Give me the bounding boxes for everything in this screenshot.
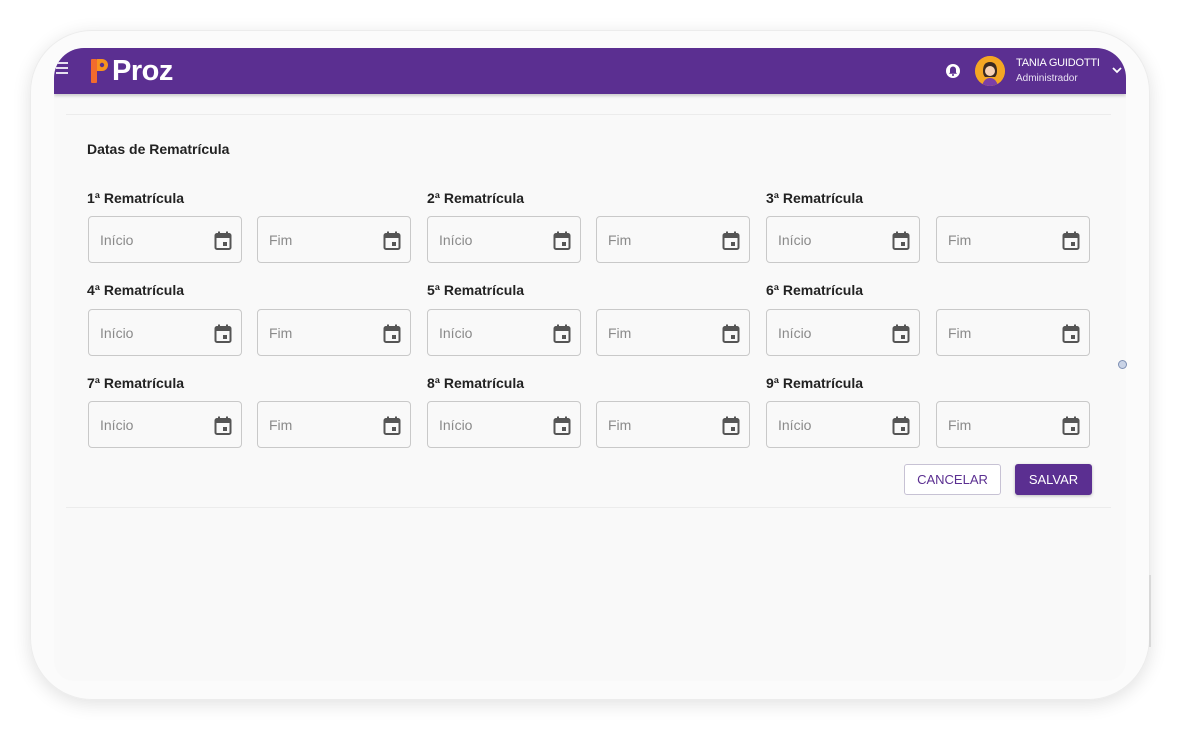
group-title: 7ª Rematrícula [87,375,185,391]
user-role: Administrador [1016,73,1078,84]
start-date-placeholder: Início [439,417,473,433]
logo-text: Proz [112,54,173,87]
end-date-placeholder: Fim [269,232,293,248]
proz-logo[interactable]: Proz [90,55,173,87]
start-date-placeholder: Início [778,325,812,341]
notification-bell-icon[interactable] [944,62,962,80]
calendar-icon[interactable] [383,416,401,436]
scroll-indicator[interactable] [1118,360,1127,369]
start-date-placeholder: Início [439,232,473,248]
end-date-field[interactable]: Fim [257,216,411,263]
end-date-placeholder: Fim [269,325,293,341]
reenrollment-dates-panel: Datas de Rematrícula 1ª Rematrícula Iníc… [66,114,1111,508]
start-date-placeholder: Início [100,417,134,433]
calendar-icon[interactable] [1062,416,1080,436]
group-title: 2ª Rematrícula [427,190,525,206]
end-date-field[interactable]: Fim [936,309,1090,356]
avatar-illustration [975,56,1005,86]
group-title: 8ª Rematrícula [427,375,525,391]
app-screen: Proz TANIA GUIDOTTI Administrador Datas … [54,48,1126,681]
end-date-field[interactable]: Fim [257,401,411,448]
proz-logo-mark [91,59,108,83]
group-title: 3ª Rematrícula [766,190,864,206]
start-date-field[interactable]: Início [427,401,581,448]
user-name: TANIA GUIDOTTI [1016,57,1100,69]
calendar-icon[interactable] [892,324,910,344]
group-title: 6ª Rematrícula [766,282,864,298]
end-date-field[interactable]: Fim [596,309,750,356]
calendar-icon[interactable] [892,416,910,436]
calendar-icon[interactable] [1062,324,1080,344]
section-title: Datas de Rematrícula [87,141,230,157]
end-date-field[interactable]: Fim [596,401,750,448]
start-date-field[interactable]: Início [427,216,581,263]
calendar-icon[interactable] [553,416,571,436]
end-date-placeholder: Fim [608,417,632,433]
calendar-icon[interactable] [722,231,740,251]
start-date-placeholder: Início [100,232,134,248]
end-date-placeholder: Fim [948,325,972,341]
start-date-placeholder: Início [100,325,134,341]
device-side-button [1149,575,1151,647]
start-date-placeholder: Início [439,325,473,341]
calendar-icon[interactable] [553,231,571,251]
menu-icon[interactable] [56,62,68,78]
end-date-placeholder: Fim [269,417,293,433]
start-date-field[interactable]: Início [766,216,920,263]
start-date-field[interactable]: Início [427,309,581,356]
start-date-field[interactable]: Início [766,401,920,448]
avatar[interactable] [975,56,1005,86]
start-date-field[interactable]: Início [88,401,242,448]
calendar-icon[interactable] [722,324,740,344]
save-button[interactable]: SALVAR [1015,464,1092,495]
group-title: 5ª Rematrícula [427,282,525,298]
calendar-icon[interactable] [383,231,401,251]
end-date-field[interactable]: Fim [936,401,1090,448]
calendar-icon[interactable] [383,324,401,344]
end-date-placeholder: Fim [608,232,632,248]
calendar-icon[interactable] [892,231,910,251]
start-date-placeholder: Início [778,232,812,248]
calendar-icon[interactable] [553,324,571,344]
start-date-placeholder: Início [778,417,812,433]
chevron-down-icon[interactable] [1111,65,1123,75]
end-date-placeholder: Fim [948,232,972,248]
calendar-icon[interactable] [214,416,232,436]
calendar-icon[interactable] [1062,231,1080,251]
group-title: 9ª Rematrícula [766,375,864,391]
end-date-placeholder: Fim [608,325,632,341]
calendar-icon[interactable] [214,324,232,344]
start-date-field[interactable]: Início [766,309,920,356]
calendar-icon[interactable] [214,231,232,251]
top-app-bar: Proz TANIA GUIDOTTI Administrador [54,48,1126,94]
group-title: 4ª Rematrícula [87,282,185,298]
calendar-icon[interactable] [722,416,740,436]
group-title: 1ª Rematrícula [87,190,185,206]
start-date-field[interactable]: Início [88,309,242,356]
end-date-field[interactable]: Fim [936,216,1090,263]
cancel-button[interactable]: CANCELAR [904,464,1001,495]
start-date-field[interactable]: Início [88,216,242,263]
end-date-field[interactable]: Fim [596,216,750,263]
end-date-placeholder: Fim [948,417,972,433]
end-date-field[interactable]: Fim [257,309,411,356]
